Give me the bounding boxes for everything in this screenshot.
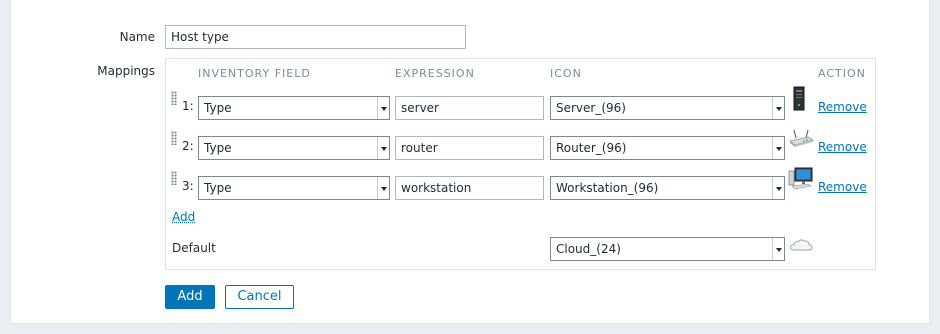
icon-select[interactable]: Workstation_(96) — [550, 176, 785, 200]
inventory-field-value: Type — [204, 181, 232, 195]
default-icon-select-value: Cloud_(24) — [556, 242, 621, 256]
chevron-down-icon — [772, 177, 784, 199]
header-expression: EXPRESSION — [395, 67, 475, 80]
default-icon-select[interactable]: Cloud_(24) — [550, 237, 785, 261]
inventory-field-select[interactable]: Type — [198, 96, 390, 120]
default-label: Default — [172, 241, 216, 255]
expression-input[interactable] — [395, 176, 544, 200]
mappings-table: INVENTORY FIELD EXPRESSION ICON ACTION 1… — [165, 58, 876, 270]
chevron-down-icon — [772, 238, 784, 260]
chevron-down-icon — [377, 97, 389, 119]
mappings-label: Mappings — [97, 64, 155, 78]
inventory-field-select[interactable]: Type — [198, 136, 390, 160]
icon-select[interactable]: Server_(96) — [550, 96, 785, 120]
form-panel: Name Mappings INVENTORY FIELD EXPRESSION… — [10, 0, 930, 324]
remove-link[interactable]: Remove — [818, 140, 867, 154]
cancel-button[interactable]: Cancel — [225, 285, 294, 309]
inventory-field-value: Type — [204, 101, 232, 115]
icon-select-value: Server_(96) — [556, 101, 626, 115]
icon-select-value: Workstation_(96) — [556, 181, 659, 195]
chevron-down-icon — [772, 97, 784, 119]
drag-handle-icon[interactable] — [171, 131, 177, 145]
router-icon — [789, 129, 814, 147]
header-action: ACTION — [818, 67, 866, 80]
workstation-icon — [788, 167, 813, 190]
chevron-down-icon — [772, 137, 784, 159]
drag-handle-icon[interactable] — [171, 171, 177, 185]
name-label: Name — [119, 30, 155, 44]
add-mapping-link[interactable]: Add — [172, 210, 195, 224]
expression-input[interactable] — [395, 96, 544, 120]
chevron-down-icon — [377, 177, 389, 199]
remove-link[interactable]: Remove — [818, 100, 867, 114]
add-button[interactable]: Add — [165, 285, 215, 309]
chevron-down-icon — [377, 137, 389, 159]
expression-input[interactable] — [395, 136, 544, 160]
icon-select[interactable]: Router_(96) — [550, 136, 785, 160]
inventory-field-value: Type — [204, 141, 232, 155]
name-input[interactable] — [165, 25, 466, 49]
header-inventory-field: INVENTORY FIELD — [198, 67, 311, 80]
header-icon: ICON — [550, 67, 582, 80]
icon-select-value: Router_(96) — [556, 141, 627, 155]
remove-link[interactable]: Remove — [818, 180, 867, 194]
cloud-icon — [789, 239, 813, 251]
inventory-field-select[interactable]: Type — [198, 176, 390, 200]
server-icon — [793, 86, 805, 111]
drag-handle-icon[interactable] — [171, 91, 177, 105]
